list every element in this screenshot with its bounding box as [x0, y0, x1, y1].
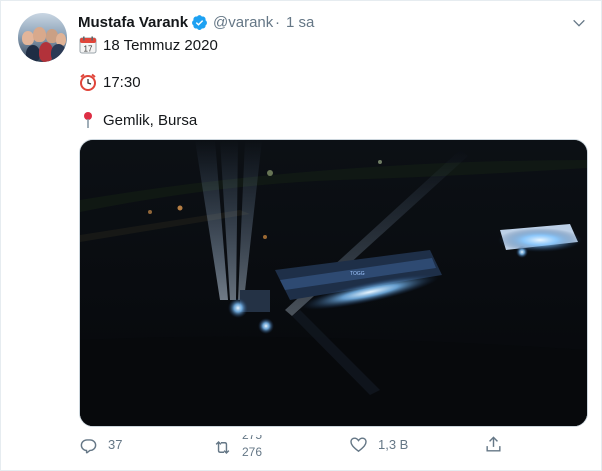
like-count: 1,3 B	[378, 437, 409, 452]
tweet-line-date: 17 18 Temmuz 2020	[79, 36, 218, 54]
retweet-icon	[215, 440, 230, 454]
separator-dot: ·	[275, 14, 280, 31]
retweet-count-old: 275	[242, 435, 263, 442]
tweet-line-time: 17:30	[79, 73, 141, 91]
share-button[interactable]	[484, 435, 513, 454]
retweet-button[interactable]: 275 276	[213, 435, 266, 459]
chevron-down-icon[interactable]	[571, 15, 587, 31]
retweet-count: 275 276	[242, 435, 266, 459]
reply-count: 37	[108, 437, 123, 452]
night-factory-photo: TOGG	[80, 140, 587, 426]
author-handle[interactable]: @varank	[213, 14, 273, 31]
tweet-timestamp[interactable]: 1 sa	[286, 14, 314, 31]
reply-icon	[80, 439, 97, 454]
avatar[interactable]	[18, 13, 67, 62]
tweet-text-location: Gemlik, Bursa	[103, 111, 198, 129]
tweet-media-image[interactable]: TOGG	[79, 139, 588, 427]
tweet-text-time: 17:30	[103, 73, 141, 91]
share-icon	[486, 436, 501, 452]
author-name[interactable]: Mustafa Varank	[78, 14, 188, 31]
alarm-clock-icon	[80, 73, 96, 91]
pin-icon	[84, 112, 92, 128]
svg-text:TOGG: TOGG	[350, 271, 365, 277]
like-button[interactable]: 1,3 B	[349, 435, 408, 454]
tweet-card: Mustafa Varank @varank · 1 sa 17 18 Temm…	[0, 0, 602, 471]
svg-text:17: 17	[84, 45, 93, 54]
calendar-icon: 17	[79, 36, 97, 54]
verified-badge-icon	[192, 15, 207, 30]
retweet-count-new: 276	[242, 445, 263, 459]
heart-icon	[350, 437, 367, 453]
tweet-text-date: 18 Temmuz 2020	[103, 36, 218, 54]
tweet-actions: 37 275 276 1,3 B	[79, 435, 509, 459]
reply-button[interactable]: 37	[79, 435, 122, 454]
tweet-line-location: Gemlik, Bursa	[79, 111, 197, 129]
